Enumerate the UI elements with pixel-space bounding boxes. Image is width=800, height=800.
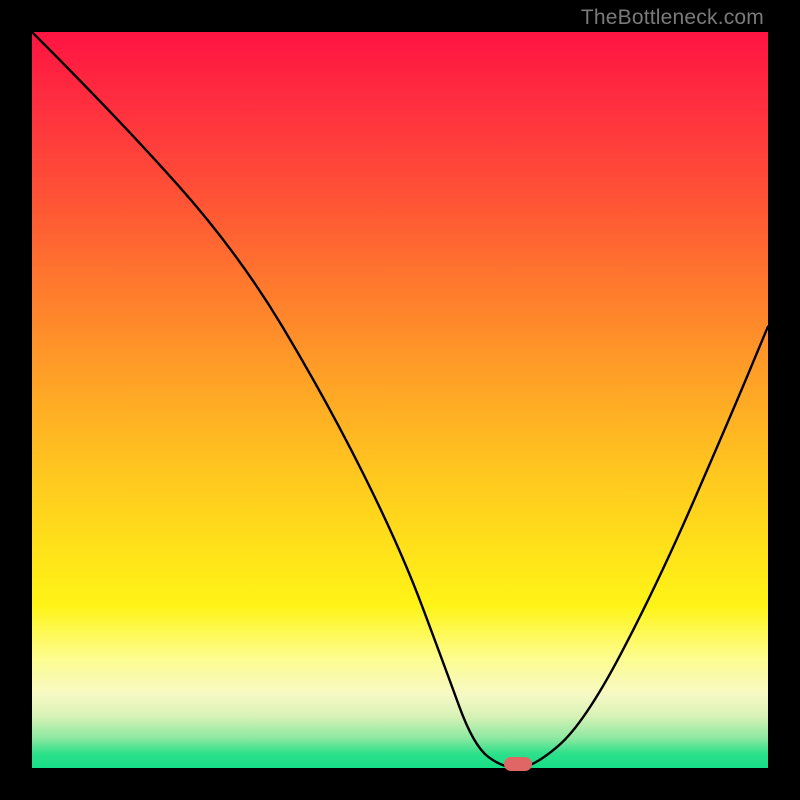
- chart-frame: TheBottleneck.com: [0, 0, 800, 800]
- optimal-marker: [504, 757, 532, 771]
- plot-area: [32, 32, 768, 768]
- watermark-text: TheBottleneck.com: [581, 6, 764, 30]
- bottleneck-curve: [32, 32, 768, 768]
